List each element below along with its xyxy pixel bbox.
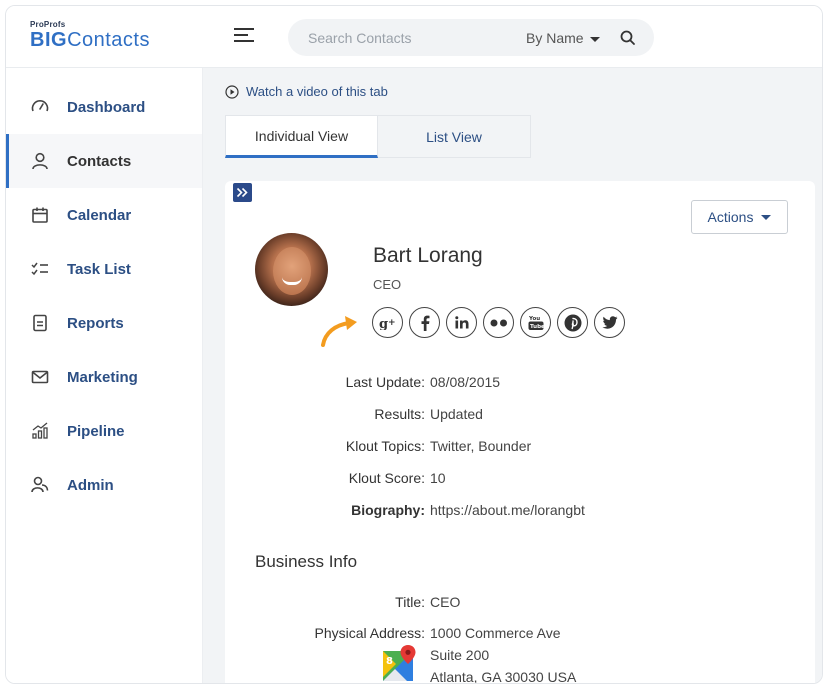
search-bar: By Name xyxy=(288,19,654,56)
svg-text:g: g xyxy=(379,317,388,330)
field-last-update: Last Update: 08/08/2015 xyxy=(225,374,500,392)
sidebar-item-dashboard[interactable]: Dashboard xyxy=(6,80,202,134)
actions-dropdown-button[interactable]: Actions xyxy=(691,200,788,234)
tab-list-view[interactable]: List View xyxy=(378,115,531,158)
field-value: Updated xyxy=(430,406,483,422)
sidebar-item-label: Marketing xyxy=(67,368,138,386)
field-value: 08/08/2015 xyxy=(430,374,501,390)
svg-text:+: + xyxy=(388,318,396,328)
view-tabs: Individual View List View xyxy=(225,115,531,158)
flickr-icon[interactable] xyxy=(483,307,514,338)
field-results: Results: Updated xyxy=(225,406,483,424)
svg-text:You: You xyxy=(528,316,540,322)
sidebar-item-label: Reports xyxy=(67,314,124,332)
sidebar-item-label: Admin xyxy=(67,476,114,494)
linkedin-icon[interactable] xyxy=(446,307,477,338)
double-chevron-right-icon xyxy=(236,187,248,198)
sidebar-item-label: Pipeline xyxy=(67,422,125,440)
user-icon xyxy=(30,151,50,171)
sidebar-item-label: Calendar xyxy=(67,206,132,224)
bar-chart-icon xyxy=(30,421,50,441)
sidebar-item-admin[interactable]: Admin xyxy=(6,458,202,512)
field-label: Last Update: xyxy=(345,374,425,390)
google-plus-icon[interactable]: g + xyxy=(372,307,403,338)
google-maps-icon[interactable]: 8 xyxy=(383,645,419,681)
logo-brand-main: BIGContacts xyxy=(30,29,150,51)
chevron-down-icon xyxy=(589,36,600,42)
sidebar-item-calendar[interactable]: Calendar xyxy=(6,188,202,242)
logo-big: BIG xyxy=(30,29,68,51)
facebook-icon[interactable] xyxy=(409,307,440,338)
search-input[interactable] xyxy=(308,19,508,56)
chevron-down-icon xyxy=(761,214,772,220)
field-label: Klout Topics: xyxy=(345,438,425,454)
sidebar-item-pipeline[interactable]: Pipeline xyxy=(6,404,202,458)
contact-card: Actions Bart Lorang CEO g + You Tube Last … xyxy=(225,181,815,684)
sidebar-item-label: Dashboard xyxy=(67,98,146,116)
field-klout-topics: Klout Topics: Twitter, Bounder xyxy=(225,438,531,456)
sidebar-item-reports[interactable]: Reports xyxy=(6,296,202,350)
sidebar: Dashboard Contacts Calendar Task List Re… xyxy=(6,68,203,683)
sidebar-item-marketing[interactable]: Marketing xyxy=(6,350,202,404)
document-icon xyxy=(30,313,50,333)
pinterest-icon[interactable] xyxy=(557,307,588,338)
field-label: Physical Address: xyxy=(314,625,426,641)
svg-text:8: 8 xyxy=(386,656,393,667)
app-logo[interactable]: ProProfs BIGContacts xyxy=(30,20,150,51)
sidebar-item-label: Task List xyxy=(67,260,131,278)
watch-video-link[interactable]: Watch a video of this tab xyxy=(225,84,388,99)
sidebar-item-contacts[interactable]: Contacts xyxy=(6,134,202,188)
svg-text:Tube: Tube xyxy=(530,324,544,330)
main-content: Watch a video of this tab Individual Vie… xyxy=(203,68,822,684)
sidebar-item-label: Contacts xyxy=(67,152,132,170)
sidebar-item-task-list[interactable]: Task List xyxy=(6,242,202,296)
top-header: ProProfs BIGContacts By Name xyxy=(6,6,822,68)
search-icon[interactable] xyxy=(619,29,637,47)
calendar-icon xyxy=(30,205,50,225)
address-line-3: Atlanta, GA 30030 USA xyxy=(430,669,577,684)
field-physical-address: Physical Address: 1000 Commerce Ave xyxy=(225,625,561,643)
business-info-heading: Business Info xyxy=(255,552,358,571)
field-label: Title: xyxy=(395,594,425,610)
field-biography: Biography: https://about.me/lorangbt xyxy=(225,502,585,520)
play-circle-icon xyxy=(225,84,239,99)
logo-contacts: Contacts xyxy=(67,29,150,51)
field-title: Title: CEO xyxy=(225,594,460,612)
expand-panel-button[interactable] xyxy=(233,183,252,202)
arrow-hint-icon xyxy=(321,316,357,347)
field-label: Results: xyxy=(374,406,425,422)
address-line-1: 1000 Commerce Ave xyxy=(430,625,561,641)
app-window: ProProfs BIGContacts By Name Dashboard C… xyxy=(5,5,823,684)
search-by-label: By Name xyxy=(526,30,584,46)
biography-link[interactable]: https://about.me/lorangbt xyxy=(430,502,585,518)
logo-brand-top: ProProfs xyxy=(30,20,66,29)
checklist-icon xyxy=(30,259,50,279)
menu-toggle-icon[interactable] xyxy=(234,28,254,44)
field-label: Biography: xyxy=(351,502,425,518)
field-value: Twitter, Bounder xyxy=(430,438,532,454)
address-line-2: Suite 200 xyxy=(430,647,490,663)
tab-individual-view[interactable]: Individual View xyxy=(225,115,378,158)
field-value: CEO xyxy=(430,594,461,610)
field-label: Klout Score: xyxy=(348,470,425,486)
contact-role: CEO xyxy=(373,277,402,292)
actions-label: Actions xyxy=(707,209,754,225)
youtube-icon[interactable]: You Tube xyxy=(520,307,551,338)
contact-name: Bart Lorang xyxy=(373,244,483,267)
avatar xyxy=(255,233,328,306)
twitter-icon[interactable] xyxy=(594,307,625,338)
users-icon xyxy=(30,475,50,495)
gauge-icon xyxy=(30,97,50,117)
search-by-dropdown[interactable]: By Name xyxy=(526,30,600,46)
watch-video-label: Watch a video of this tab xyxy=(246,84,388,99)
envelope-icon xyxy=(30,367,50,387)
field-value: 10 xyxy=(430,470,446,486)
social-links: g + You Tube xyxy=(372,307,631,338)
field-klout-score: Klout Score: 10 xyxy=(225,470,446,488)
